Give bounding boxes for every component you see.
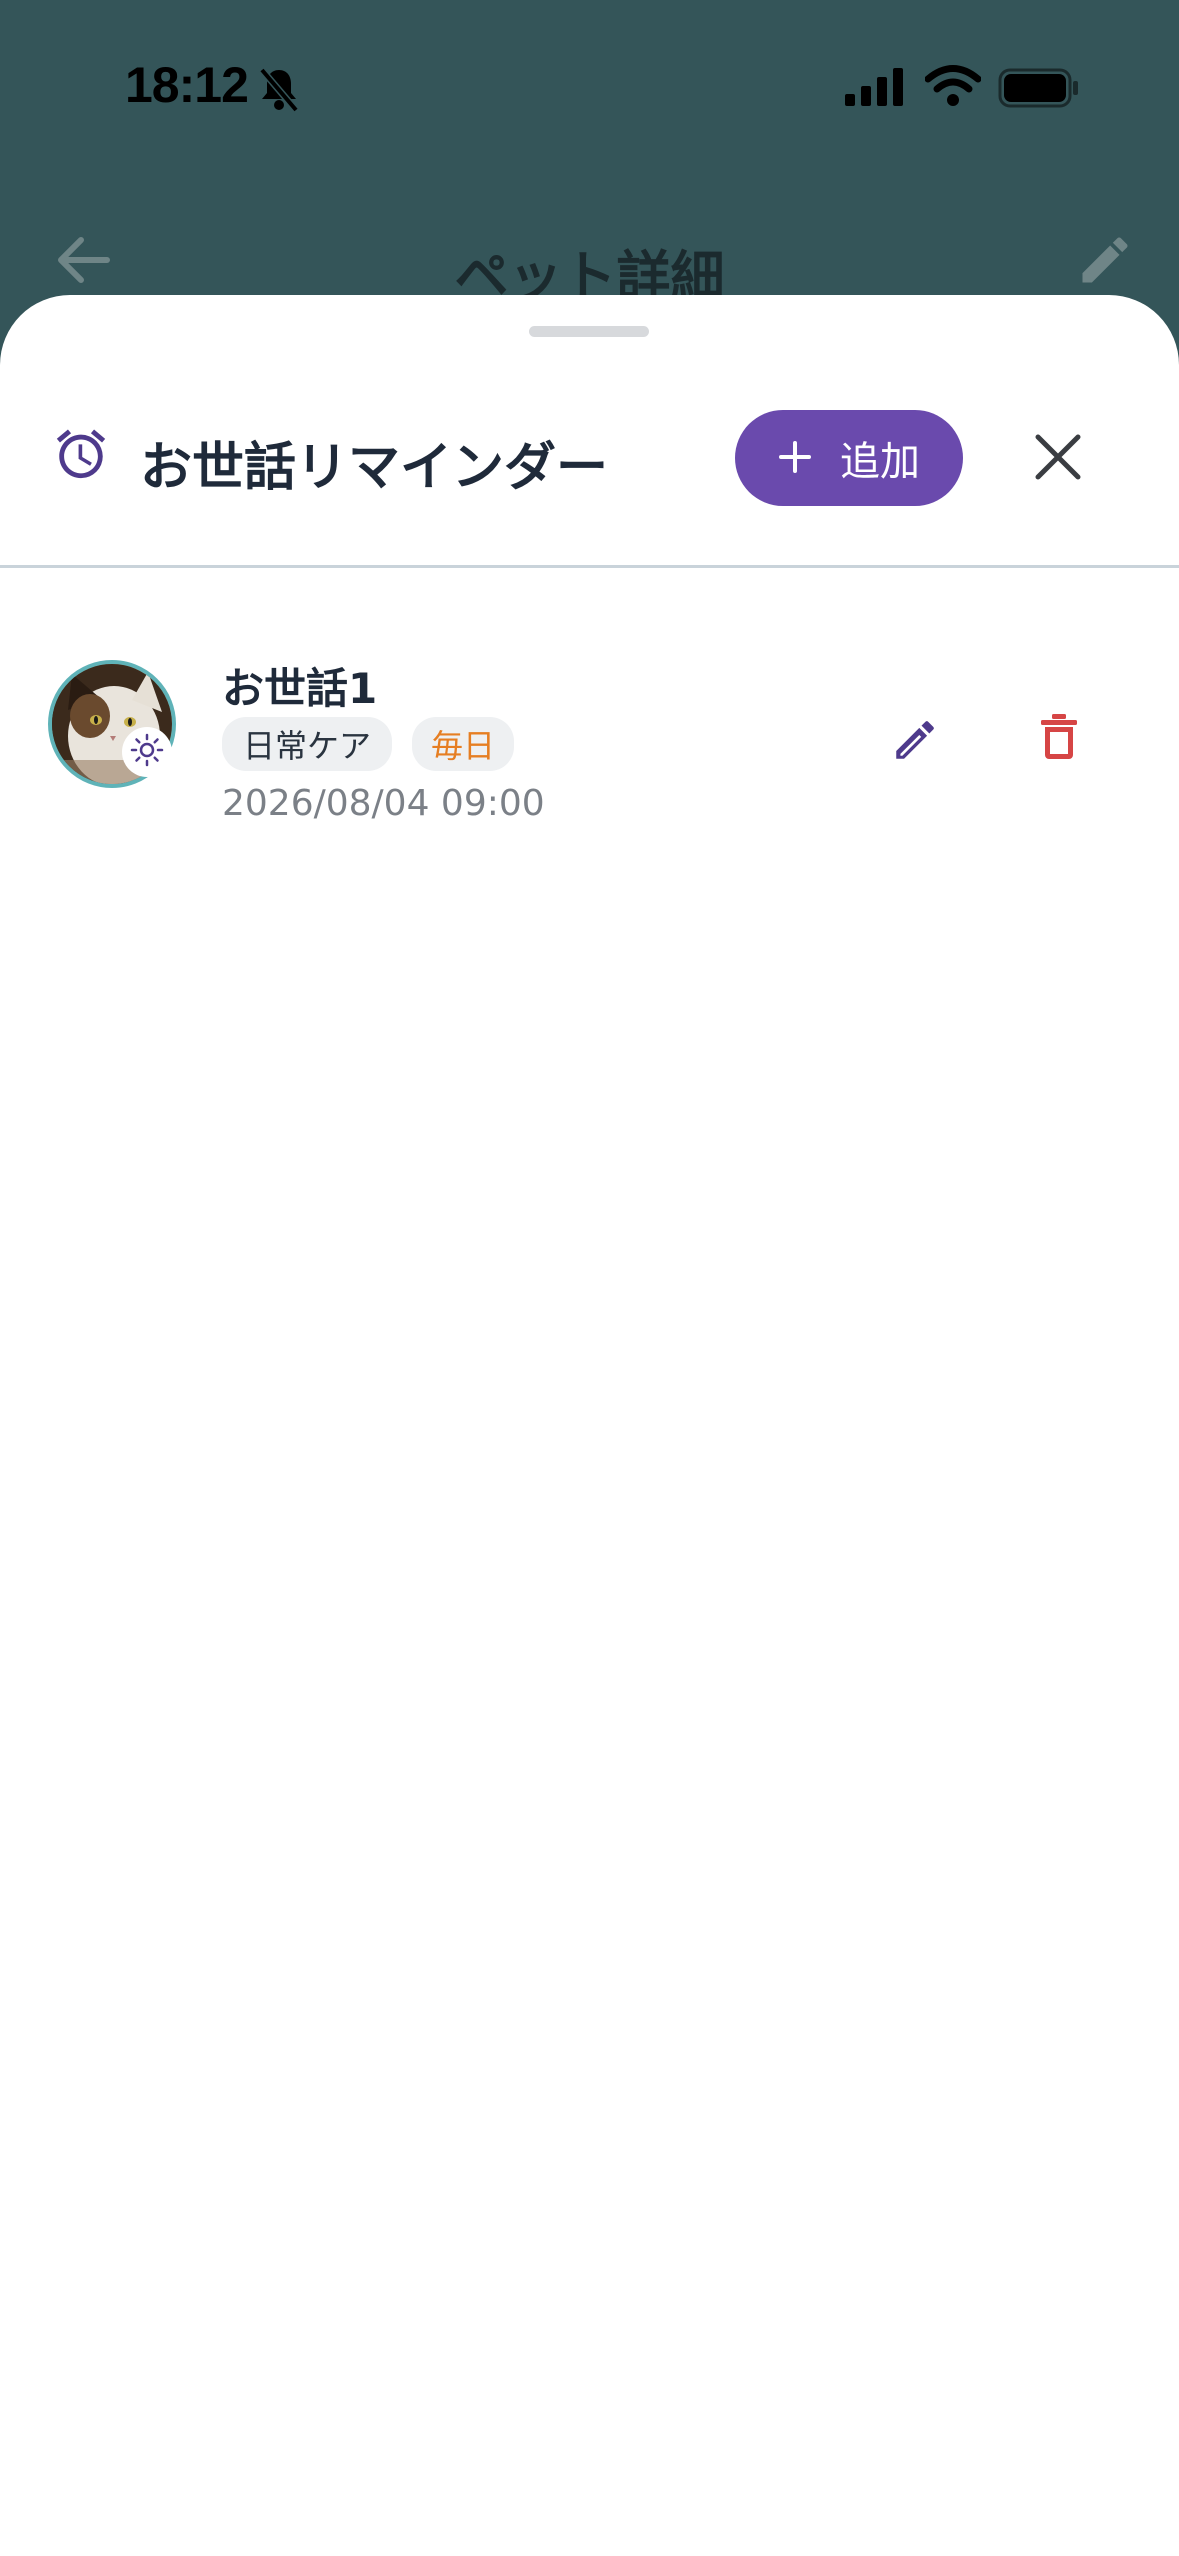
category-tag: 日常ケア bbox=[222, 717, 392, 771]
reminder-list-item[interactable]: お世話1 日常ケア 毎日 2026/08/04 09:00 bbox=[0, 625, 1179, 824]
add-button-label: 追加 bbox=[840, 439, 920, 485]
bell-muted-icon bbox=[258, 66, 300, 116]
status-bar: 18:12 bbox=[0, 0, 1179, 170]
sheet-header: お世話リマインダー 追加 bbox=[0, 295, 1179, 565]
reminder-title: お世話1 bbox=[222, 664, 378, 713]
alarm-clock-icon bbox=[52, 425, 110, 487]
wifi-icon bbox=[924, 64, 982, 110]
cellular-signal-icon bbox=[845, 68, 905, 110]
daily-care-badge bbox=[122, 727, 172, 777]
frequency-tag: 毎日 bbox=[412, 717, 514, 771]
status-time: 18:12 bbox=[125, 57, 249, 113]
sun-icon bbox=[130, 733, 164, 771]
close-icon[interactable] bbox=[1032, 431, 1084, 487]
sheet-title: お世話リマインダー bbox=[140, 438, 609, 498]
plus-icon bbox=[778, 434, 812, 482]
edit-pet-icon[interactable] bbox=[1075, 230, 1135, 294]
battery-icon bbox=[998, 68, 1080, 112]
add-reminder-button[interactable]: 追加 bbox=[735, 410, 963, 506]
edit-reminder-icon[interactable] bbox=[890, 715, 940, 769]
reminder-datetime: 2026/08/04 09:00 bbox=[222, 783, 545, 824]
delete-reminder-icon[interactable] bbox=[1040, 713, 1078, 765]
divider bbox=[0, 565, 1179, 568]
reminder-sheet: お世話リマインダー 追加 お世話1 日常ケア 毎日 2026/08/04 09:… bbox=[0, 295, 1179, 2556]
